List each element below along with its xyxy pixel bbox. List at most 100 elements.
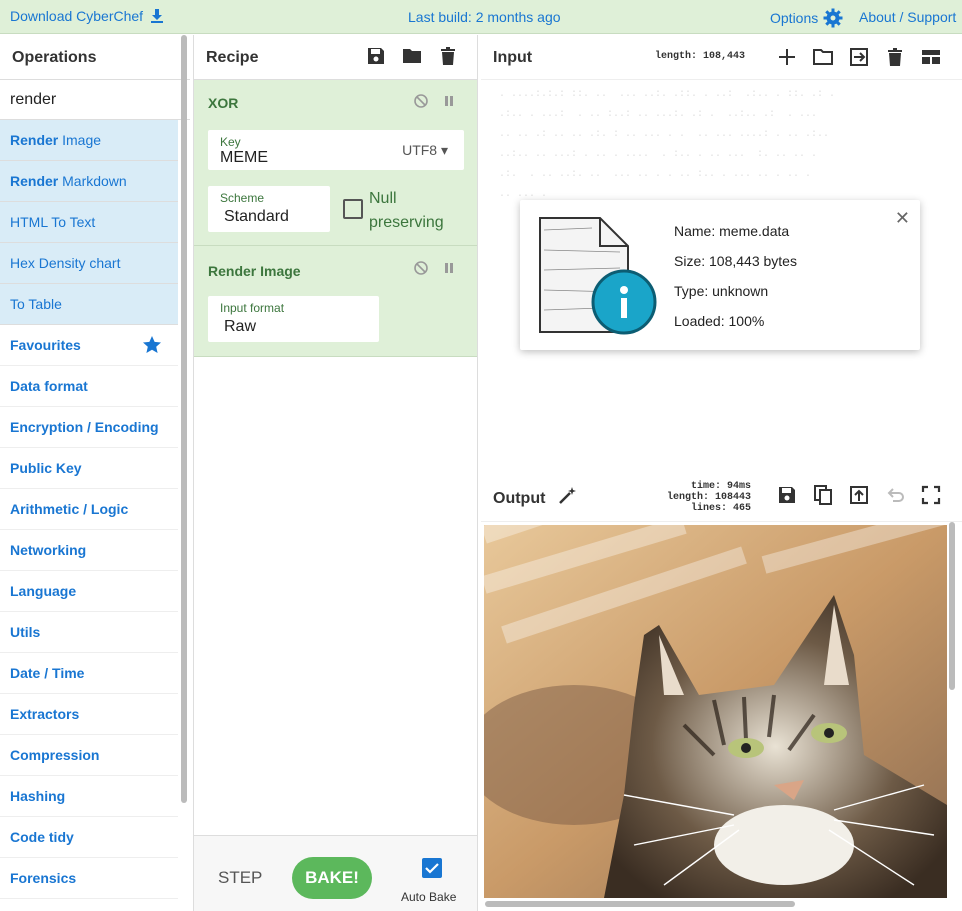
op-html-to-text[interactable]: HTML To Text (0, 202, 178, 243)
about-support-link[interactable]: About / Support (859, 9, 956, 25)
cat-image (484, 525, 947, 898)
input-format-field[interactable]: Input format Raw (208, 296, 379, 342)
delete-icon[interactable] (437, 45, 459, 67)
output-lines: lines: 465 (690, 503, 751, 514)
auto-bake-label: Auto Bake (401, 890, 457, 904)
top-banner: Download CyberChef Last build: 2 months … (0, 0, 962, 34)
open-folder-icon[interactable] (812, 46, 834, 68)
download-icon[interactable] (149, 8, 165, 24)
file-size: Size: 108,443 bytes (674, 253, 797, 269)
output-vertical-scrollbar[interactable] (949, 522, 955, 690)
category-hashing[interactable]: Hashing (0, 776, 178, 817)
key-label: Key (220, 135, 241, 149)
category-date-time[interactable]: Date / Time (0, 653, 178, 694)
op-label: Markdown (58, 173, 127, 189)
op-label: Image (58, 132, 102, 148)
chevron-down-icon: ▾ (440, 142, 448, 158)
category-language[interactable]: Language (0, 571, 178, 612)
xor-title: XOR (208, 95, 239, 111)
category-extractors[interactable]: Extractors (0, 694, 178, 735)
input-title: Input (493, 49, 533, 66)
op-label: Hex Density chart (10, 255, 121, 271)
input-format-value[interactable]: Raw (224, 318, 256, 336)
input-panel: Input length: 108,443 . ....:.:.: ::. ..… (481, 35, 962, 470)
output-panel: Output time: 94ms length: 108443 lines: … (481, 472, 962, 911)
null-label-line2: preserving (369, 214, 444, 231)
folder-icon[interactable] (401, 45, 423, 67)
replace-input-icon[interactable] (848, 484, 870, 506)
category-encryption-encoding[interactable]: Encryption / Encoding (0, 407, 178, 448)
clear-input-icon[interactable] (884, 46, 906, 68)
output-cat-image (484, 525, 947, 898)
pause-icon[interactable] (441, 93, 457, 109)
recipe-header: Recipe (194, 35, 477, 80)
category-arithmetic-logic[interactable]: Arithmetic / Logic (0, 489, 178, 530)
input-header: Input length: 108,443 (481, 35, 962, 80)
output-title: Output (493, 490, 546, 507)
open-file-icon[interactable] (848, 46, 870, 68)
null-preserving-label: Null preserving (369, 187, 444, 235)
download-label[interactable]: Download CyberChef (10, 8, 143, 24)
null-preserving-checkbox[interactable] (343, 199, 363, 219)
category-favourites[interactable]: Favourites (0, 325, 178, 366)
op-hex-density-chart[interactable]: Hex Density chart (0, 243, 178, 284)
disable-icon[interactable] (413, 260, 429, 276)
file-info-popup: Name: meme.data Size: 108,443 bytes Type… (520, 200, 920, 350)
pause-icon[interactable] (441, 260, 457, 276)
category-compression[interactable]: Compression (0, 735, 178, 776)
output-horizontal-scrollbar[interactable] (485, 901, 795, 907)
encoding-label: UTF8 (402, 142, 438, 158)
disable-icon[interactable] (413, 93, 429, 109)
category-data-format[interactable]: Data format (0, 366, 178, 407)
category-public-key[interactable]: Public Key (0, 448, 178, 489)
op-to-table[interactable]: To Table (0, 284, 178, 325)
render-image-operation: Render Image Input format Raw (194, 246, 477, 357)
recipe-panel: Recipe XOR Key MEME UTF8 ▾ Scheme Standa… (193, 35, 478, 911)
category-forensics[interactable]: Forensics (0, 858, 178, 899)
op-render-image[interactable]: Render Image (0, 120, 178, 161)
save-icon[interactable] (365, 45, 387, 67)
magic-wand-icon[interactable] (556, 485, 578, 507)
category-utils[interactable]: Utils (0, 612, 178, 653)
last-build-text: Last build: 2 months ago (408, 9, 561, 25)
category-code-tidy[interactable]: Code tidy (0, 817, 178, 858)
input-length: length: 108,443 (655, 51, 746, 62)
copy-icon[interactable] (812, 484, 834, 506)
undo-icon[interactable] (884, 484, 906, 506)
operations-scrollbar[interactable] (181, 35, 187, 803)
star-icon (143, 336, 161, 353)
checkmark-icon (425, 863, 439, 874)
key-encoding-dropdown[interactable]: UTF8 ▾ (402, 142, 448, 159)
op-label: HTML To Text (10, 214, 96, 230)
category-label: Favourites (10, 337, 81, 353)
operations-search-input[interactable]: render (0, 80, 190, 120)
add-tab-icon[interactable] (776, 46, 798, 68)
output-length: length: 108443 (666, 492, 751, 503)
scheme-label: Scheme (220, 191, 265, 205)
output-stats: time: 94ms length: 108443 lines: 465 (651, 481, 751, 514)
options-link[interactable]: Options (770, 8, 843, 28)
recipe-controls: STEP BAKE! Auto Bake (194, 835, 477, 911)
fullscreen-icon[interactable] (920, 484, 942, 506)
file-loaded: Loaded: 100% (674, 313, 765, 329)
download-link[interactable]: Download CyberChef (10, 8, 165, 24)
op-render-markdown[interactable]: Render Markdown (0, 161, 178, 202)
xor-key-field[interactable]: Key MEME UTF8 ▾ (208, 130, 464, 170)
op-match: Render (10, 132, 59, 148)
gear-icon[interactable] (823, 8, 843, 28)
recipe-title: Recipe (206, 49, 259, 66)
operations-panel: Operations render Render Image Render Ma… (0, 35, 190, 911)
xor-scheme-field[interactable]: Scheme Standard (208, 186, 330, 232)
close-icon[interactable]: ✕ (895, 208, 910, 229)
category-networking[interactable]: Networking (0, 530, 178, 571)
bake-button[interactable]: BAKE! (292, 857, 372, 899)
options-label[interactable]: Options (770, 10, 818, 26)
file-type: Type: unknown (674, 283, 769, 299)
layout-icon[interactable] (920, 46, 942, 68)
save-output-icon[interactable] (776, 484, 798, 506)
file-info-icon (539, 217, 657, 335)
auto-bake-checkbox[interactable] (422, 858, 442, 878)
scheme-value[interactable]: Standard (224, 208, 289, 226)
step-button[interactable]: STEP (218, 868, 262, 888)
key-value[interactable]: MEME (220, 149, 268, 167)
